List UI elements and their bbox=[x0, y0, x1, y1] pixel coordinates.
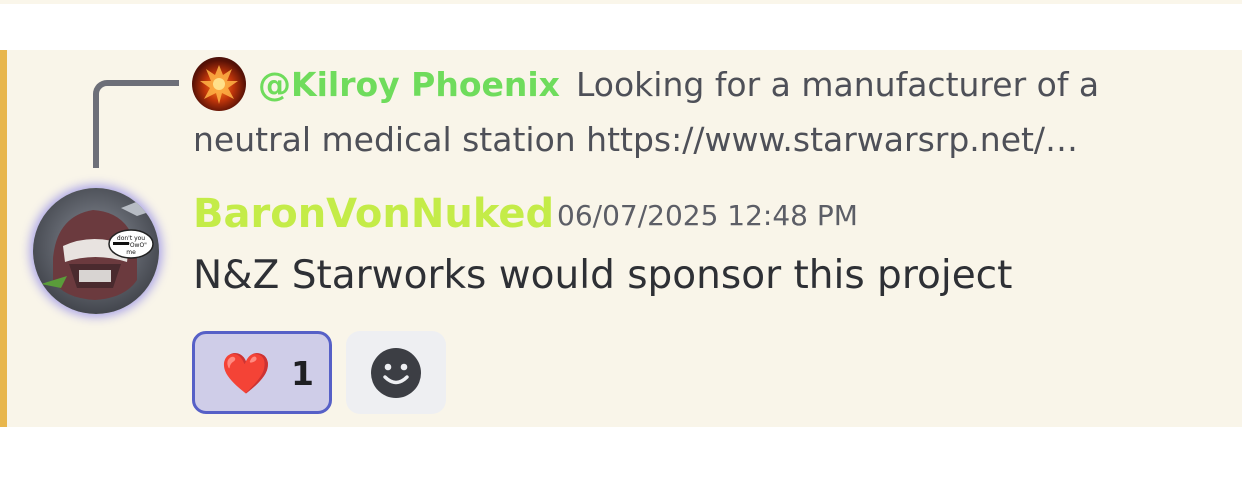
message-content: N&Z Starworks would sponsor this project bbox=[193, 253, 1013, 298]
reply-author-avatar[interactable] bbox=[192, 57, 246, 111]
reaction-count: 1 bbox=[291, 354, 314, 393]
chat-message[interactable]: @Kilroy Phoenix Looking for a manufactur… bbox=[0, 50, 1242, 427]
heart-icon: ❤️ bbox=[221, 351, 271, 397]
reply-preview-text-continued[interactable]: neutral medical station https://www.star… bbox=[193, 117, 1078, 163]
reaction-heart[interactable]: ❤️ 1 bbox=[192, 331, 332, 414]
message-author-name[interactable]: BaronVonNuked bbox=[193, 188, 554, 240]
previous-message-edge bbox=[0, 0, 1242, 4]
avatar-speech-line-1: don't you bbox=[117, 235, 145, 242]
message-timestamp[interactable]: 06/07/2025 12:48 PM bbox=[557, 196, 858, 236]
smiley-add-reaction-icon bbox=[371, 348, 421, 398]
avatar-speech-line-3: me bbox=[126, 249, 136, 256]
mention-highlight-bar bbox=[0, 50, 7, 427]
avatar-speech-line-2: "OwO" bbox=[127, 242, 147, 249]
reply-preview-text[interactable]: Looking for a manufacturer of a bbox=[576, 62, 1099, 108]
add-reaction-button[interactable] bbox=[346, 331, 446, 414]
author-avatar[interactable]: don't you "OwO" me bbox=[33, 188, 159, 314]
reply-author-mention[interactable]: @Kilroy Phoenix bbox=[258, 62, 560, 108]
reply-connector-line bbox=[93, 80, 179, 168]
